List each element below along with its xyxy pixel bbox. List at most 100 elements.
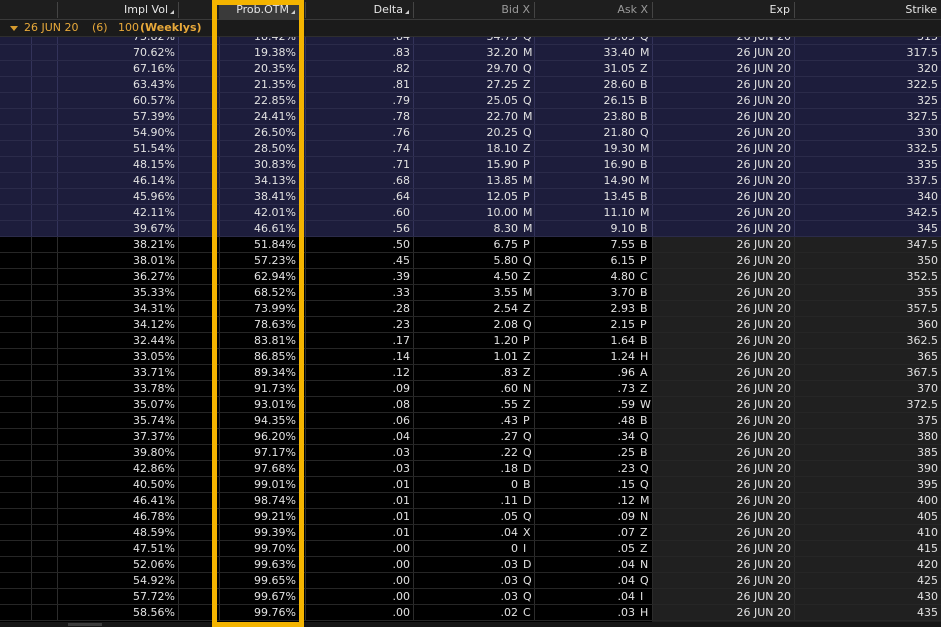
cell-delta[interactable]: .45: [305, 253, 413, 269]
table-row[interactable]: 33.05% 86.85% .14 1.01 Z 1.24 H 26 JUN 20 365: [0, 349, 941, 365]
cell-prob-otm[interactable]: 99.67%: [219, 589, 299, 605]
cell-exp[interactable]: 26 JUN 20: [652, 253, 794, 269]
cell-strike[interactable]: 335: [794, 157, 941, 173]
cell-impl-vol[interactable]: 34.31%: [57, 301, 178, 317]
cell-ask[interactable]: .04: [534, 573, 638, 589]
cell-ask-x[interactable]: M: [638, 45, 652, 61]
cell-ask[interactable]: .15: [534, 477, 638, 493]
cell-prob-otm[interactable]: 97.68%: [219, 461, 299, 477]
cell-exp[interactable]: 26 JUN 20: [652, 333, 794, 349]
cell-impl-vol[interactable]: 46.14%: [57, 173, 178, 189]
cell-impl-vol[interactable]: 33.05%: [57, 349, 178, 365]
cell-prob-otm[interactable]: 86.85%: [219, 349, 299, 365]
cell-bid[interactable]: 10.00: [413, 205, 521, 221]
cell-bid[interactable]: .83: [413, 365, 521, 381]
cell-strike[interactable]: 340: [794, 189, 941, 205]
table-row[interactable]: 36.27% 62.94% .39 4.50 Z 4.80 C 26 JUN 20 352.5: [0, 269, 941, 285]
cell-delta[interactable]: .03: [305, 445, 413, 461]
cell-bid-x[interactable]: M: [521, 205, 534, 221]
table-row[interactable]: 45.96% 38.41% .64 12.05 P 13.45 B 26 JUN 20 340: [0, 189, 941, 205]
cell-prob-otm[interactable]: 99.70%: [219, 541, 299, 557]
cell-bid[interactable]: .18: [413, 461, 521, 477]
cell-strike[interactable]: 435: [794, 605, 941, 621]
cell-ask-x[interactable]: M: [638, 493, 652, 509]
scrollbar-thumb[interactable]: [68, 623, 102, 626]
cell-strike[interactable]: 370: [794, 381, 941, 397]
cell-strike[interactable]: 367.5: [794, 365, 941, 381]
cell-delta[interactable]: .00: [305, 573, 413, 589]
cell-bid-x[interactable]: M: [521, 173, 534, 189]
cell-bid-x[interactable]: D: [521, 557, 534, 573]
cell-bid[interactable]: 2.08: [413, 317, 521, 333]
cell-impl-vol[interactable]: 39.80%: [57, 445, 178, 461]
cell-ask-x[interactable]: P: [638, 253, 652, 269]
cell-strike[interactable]: 350: [794, 253, 941, 269]
cell-ask[interactable]: 13.45: [534, 189, 638, 205]
cell-exp[interactable]: 26 JUN 20: [652, 45, 794, 61]
cell-prob-otm[interactable]: 34.13%: [219, 173, 299, 189]
cell-impl-vol[interactable]: 67.16%: [57, 61, 178, 77]
cell-bid[interactable]: .27: [413, 429, 521, 445]
cell-ask[interactable]: 26.15: [534, 93, 638, 109]
table-row[interactable]: 33.78% 91.73% .09.60 N .73 Z 26 JUN 20 370: [0, 381, 941, 397]
cell-strike[interactable]: 400: [794, 493, 941, 509]
cell-strike[interactable]: 355: [794, 285, 941, 301]
table-row[interactable]: 46.78% 99.21% .01.05 Q .09 N 26 JUN 20 405: [0, 509, 941, 525]
cell-ask[interactable]: .04: [534, 557, 638, 573]
cell-ask-x[interactable]: B: [638, 109, 652, 125]
cell-bid-x[interactable]: Z: [521, 349, 534, 365]
cell-strike[interactable]: 332.5: [794, 141, 941, 157]
cell-prob-otm[interactable]: 78.63%: [219, 317, 299, 333]
cell-exp[interactable]: 26 JUN 20: [652, 445, 794, 461]
cell-delta[interactable]: .01: [305, 525, 413, 541]
table-row[interactable]: 38.21% 51.84% .50 6.75 P 7.55 B 26 JUN 20 347.5: [0, 237, 941, 253]
cell-impl-vol[interactable]: 38.01%: [57, 253, 178, 269]
cell-ask-x[interactable]: A: [638, 365, 652, 381]
cell-delta[interactable]: .39: [305, 269, 413, 285]
cell-delta[interactable]: .74: [305, 141, 413, 157]
cell-delta[interactable]: .79: [305, 93, 413, 109]
cell-exp[interactable]: 26 JUN 20: [652, 109, 794, 125]
cell-ask[interactable]: 19.30: [534, 141, 638, 157]
cell-impl-vol[interactable]: 38.21%: [57, 237, 178, 253]
table-row[interactable]: 34.12% 78.63% .23 2.08 Q 2.15 P 26 JUN 20 360: [0, 317, 941, 333]
cell-impl-vol[interactable]: 40.50%: [57, 477, 178, 493]
cell-delta[interactable]: .33: [305, 285, 413, 301]
cell-ask-x[interactable]: B: [638, 93, 652, 109]
cell-ask-x[interactable]: H: [638, 605, 652, 621]
table-row[interactable]: 48.15% 30.83% .71 15.90 P 16.90 B 26 JUN 20 335: [0, 157, 941, 173]
cell-prob-otm[interactable]: 73.99%: [219, 301, 299, 317]
cell-ask-x[interactable]: B: [638, 237, 652, 253]
cell-delta[interactable]: .09: [305, 381, 413, 397]
cell-impl-vol[interactable]: 52.06%: [57, 557, 178, 573]
cell-bid[interactable]: .60: [413, 381, 521, 397]
cell-exp[interactable]: 26 JUN 20: [652, 173, 794, 189]
cell-exp[interactable]: 26 JUN 20: [652, 317, 794, 333]
cell-bid[interactable]: 0: [413, 541, 521, 557]
cell-impl-vol[interactable]: 34.12%: [57, 317, 178, 333]
cell-prob-otm[interactable]: 97.17%: [219, 445, 299, 461]
cell-bid[interactable]: 25.05: [413, 93, 521, 109]
header-prob-otm[interactable]: Prob.OTM: [219, 0, 299, 19]
cell-bid-x[interactable]: Z: [521, 301, 534, 317]
cell-exp[interactable]: 26 JUN 20: [652, 557, 794, 573]
header-exp[interactable]: Exp: [652, 0, 794, 19]
cell-bid[interactable]: .03: [413, 573, 521, 589]
cell-impl-vol[interactable]: 58.56%: [57, 605, 178, 621]
cell-delta[interactable]: .83: [305, 45, 413, 61]
cell-delta[interactable]: .78: [305, 109, 413, 125]
cell-bid[interactable]: 3.55: [413, 285, 521, 301]
cell-prob-otm[interactable]: 99.65%: [219, 573, 299, 589]
cell-bid-x[interactable]: N: [521, 381, 534, 397]
cell-impl-vol[interactable]: 35.74%: [57, 413, 178, 429]
cell-bid[interactable]: 4.50: [413, 269, 521, 285]
cell-bid[interactable]: .03: [413, 589, 521, 605]
cell-ask[interactable]: .48: [534, 413, 638, 429]
cell-bid[interactable]: 18.10: [413, 141, 521, 157]
cell-bid-x[interactable]: Z: [521, 141, 534, 157]
cell-prob-otm[interactable]: 98.74%: [219, 493, 299, 509]
cell-delta[interactable]: .64: [305, 189, 413, 205]
cell-ask[interactable]: 2.93: [534, 301, 638, 317]
cell-ask[interactable]: 14.90: [534, 173, 638, 189]
cell-bid-x[interactable]: Z: [521, 397, 534, 413]
